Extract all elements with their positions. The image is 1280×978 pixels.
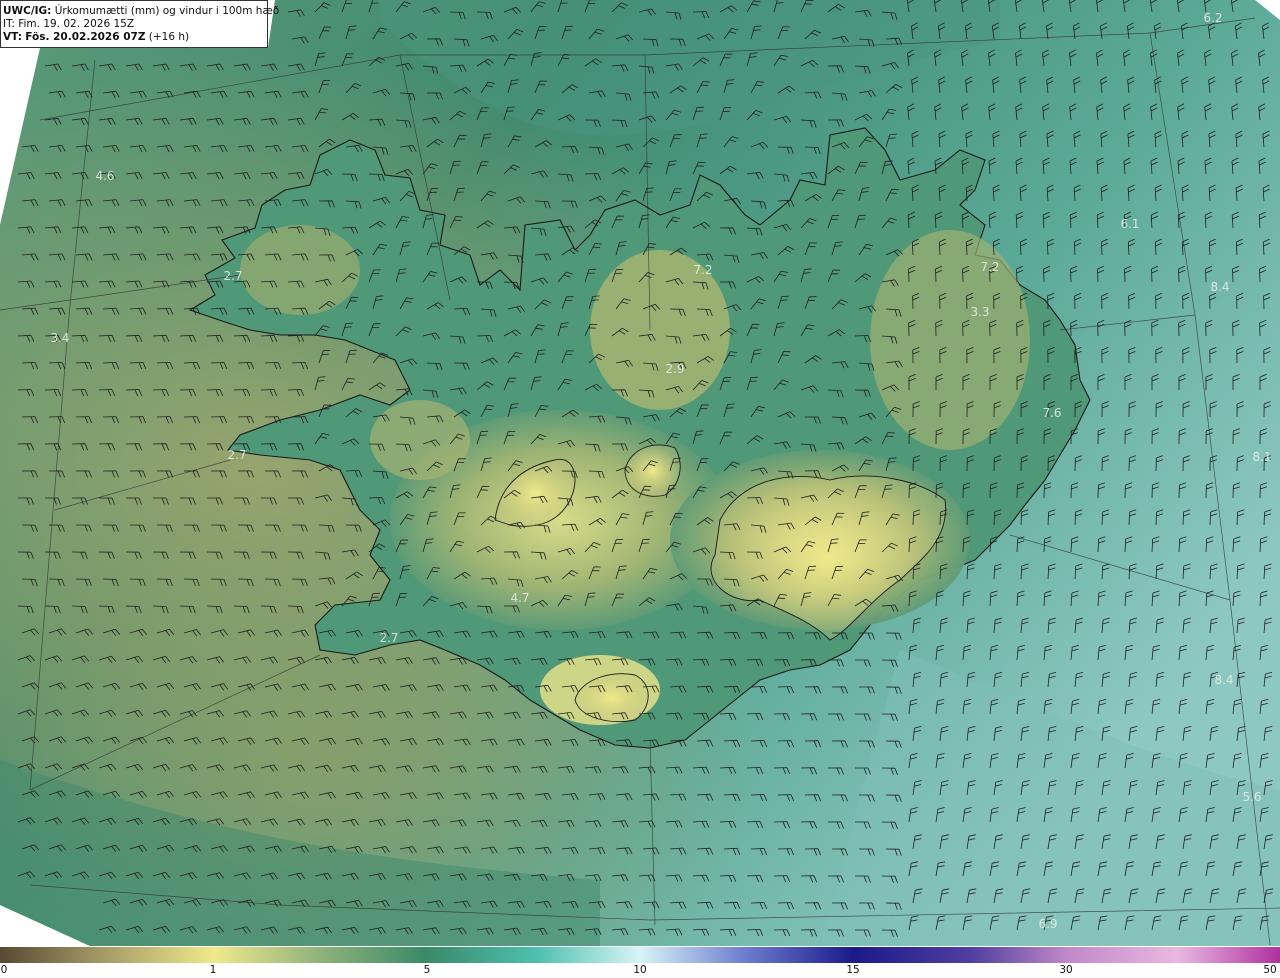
- title-product-line: UWC/IG: Úrkomumætti (mm) og vindur i 100…: [3, 5, 279, 18]
- product-description: Úrkomumætti (mm) og vindur i 100m hæð: [54, 5, 280, 17]
- colorbar-tick-labels: 0 1 5 10 15 30 50: [0, 963, 1280, 978]
- product-name: UWC/IG:: [3, 5, 52, 17]
- map-value-label: 4.7: [510, 591, 530, 605]
- valid-time-prefix: VT:: [3, 31, 22, 43]
- colorbar-tick: 30: [1059, 964, 1073, 976]
- map-value-label: 6.2: [1203, 11, 1223, 25]
- map-value-label: 4.6: [95, 169, 115, 183]
- map-value-label: 8.1: [1252, 450, 1272, 464]
- map-value-label: 7.2: [980, 260, 1000, 274]
- initial-time-line: IT: Fim. 19. 02. 2026 15Z: [3, 18, 135, 30]
- colorbar-tick: 10: [633, 964, 647, 976]
- colorbar-tick: 0: [0, 964, 8, 976]
- map-value-label: 5.6: [1242, 790, 1262, 804]
- valid-time-offset: (+16 h): [148, 31, 190, 43]
- map-value-label: 6.1: [1120, 217, 1140, 231]
- map-value-label: 2.9: [665, 362, 685, 376]
- map-value-label: 8.4: [1210, 280, 1230, 294]
- valid-time-value: Fös. 20.02.2026 07Z: [25, 31, 146, 43]
- map-value-label: 3.3: [970, 305, 990, 319]
- colorbar-tick: 5: [423, 964, 431, 976]
- map-value-label: 7.2: [693, 263, 713, 277]
- precipitation-wind-map[interactable]: [0, 0, 1280, 978]
- map-value-label: 2.7: [227, 448, 247, 462]
- colorbar-tick: 50: [1263, 964, 1277, 976]
- colorbar-tick: 15: [846, 964, 860, 976]
- map-title-box: UWC/IG: Úrkomumætti (mm) og vindur i 100…: [0, 0, 279, 48]
- map-value-label: 2.7: [379, 631, 399, 645]
- map-value-label: 3.4: [50, 331, 70, 345]
- map-value-label: 8.4: [1214, 673, 1234, 687]
- map-value-label: 6.9: [1038, 917, 1058, 931]
- precipitation-colorbar: [0, 947, 1280, 963]
- colorbar-tick: 1: [209, 964, 217, 976]
- map-value-label: 7.6: [1042, 406, 1062, 420]
- map-value-label: 2.7: [223, 269, 243, 283]
- valid-time-line: VT: Fös. 20.02.2026 07Z (+16 h): [3, 31, 267, 44]
